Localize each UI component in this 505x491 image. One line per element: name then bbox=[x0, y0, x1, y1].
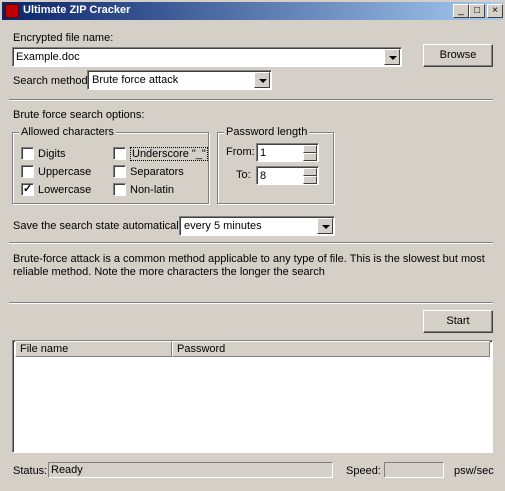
underscore-label: Underscore "_" bbox=[130, 147, 208, 161]
status-label: Status: bbox=[13, 465, 48, 477]
maximize-button[interactable]: □ bbox=[469, 4, 485, 18]
search-method-select[interactable]: Brute force attack bbox=[87, 70, 272, 90]
search-method-value: Brute force attack bbox=[92, 74, 179, 86]
spin-up-icon[interactable] bbox=[303, 145, 317, 153]
password-length-title: Password length bbox=[224, 126, 310, 138]
separators-label: Separators bbox=[130, 166, 184, 178]
to-value: 8 bbox=[260, 170, 267, 182]
spin-down-icon[interactable] bbox=[303, 176, 317, 184]
results-list[interactable]: File name Password bbox=[12, 340, 493, 453]
chevron-down-icon[interactable] bbox=[254, 72, 270, 88]
uppercase-checkbox[interactable] bbox=[21, 165, 34, 178]
status-field: Ready bbox=[48, 462, 333, 478]
digits-checkbox[interactable] bbox=[21, 147, 34, 160]
file-value: Example.doc bbox=[16, 51, 80, 63]
lowercase-checkbox[interactable]: ✓ bbox=[21, 183, 34, 196]
save-state-select[interactable]: every 5 minutes bbox=[179, 216, 335, 236]
file-combobox[interactable]: Example.doc bbox=[12, 47, 402, 67]
save-state-value: every 5 minutes bbox=[184, 220, 262, 232]
speed-unit: psw/sec bbox=[454, 465, 494, 477]
speed-label: Speed: bbox=[346, 465, 381, 477]
non-latin-checkbox[interactable] bbox=[113, 183, 126, 196]
to-label: To: bbox=[236, 169, 251, 181]
search-method-label: Search method: bbox=[13, 75, 91, 87]
title-bar[interactable]: Ultimate ZIP Cracker _ □ × bbox=[2, 2, 503, 20]
check-icon: ✓ bbox=[23, 183, 33, 195]
from-spinner[interactable]: 1 bbox=[256, 143, 319, 162]
start-button[interactable]: Start bbox=[423, 310, 493, 333]
column-header-file-name[interactable]: File name bbox=[15, 341, 172, 357]
allowed-characters-title: Allowed characters bbox=[19, 126, 116, 138]
status-value: Ready bbox=[51, 464, 83, 476]
method-description: Brute-force attack is a common method ap… bbox=[13, 253, 485, 278]
digits-label: Digits bbox=[38, 148, 66, 160]
main-window: Ultimate ZIP Cracker _ □ × Encrypted fil… bbox=[0, 0, 505, 491]
uppercase-label: Uppercase bbox=[38, 166, 92, 178]
speed-field bbox=[384, 462, 444, 478]
lowercase-label: Lowercase bbox=[38, 184, 92, 196]
chevron-down-icon[interactable] bbox=[317, 218, 333, 234]
close-button[interactable]: × bbox=[487, 4, 503, 18]
file-label: Encrypted file name: bbox=[13, 32, 114, 44]
separators-checkbox[interactable] bbox=[113, 165, 126, 178]
save-state-label: Save the search state automatically: bbox=[13, 220, 190, 232]
to-spinner[interactable]: 8 bbox=[256, 166, 319, 185]
app-icon bbox=[5, 4, 19, 18]
brute-options-heading: Brute force search options: bbox=[13, 109, 145, 121]
chevron-down-icon[interactable] bbox=[384, 49, 400, 65]
browse-button[interactable]: Browse bbox=[423, 44, 493, 67]
column-header-password[interactable]: Password bbox=[172, 341, 490, 357]
from-value: 1 bbox=[260, 147, 267, 159]
window-title: Ultimate ZIP Cracker bbox=[23, 4, 131, 16]
underscore-checkbox[interactable] bbox=[113, 147, 126, 160]
from-label: From: bbox=[226, 146, 255, 158]
divider bbox=[9, 302, 493, 304]
spin-down-icon[interactable] bbox=[303, 153, 317, 161]
divider bbox=[9, 99, 493, 101]
divider bbox=[9, 242, 493, 244]
spin-up-icon[interactable] bbox=[303, 168, 317, 176]
non-latin-label: Non-latin bbox=[130, 184, 175, 196]
minimize-button[interactable]: _ bbox=[453, 4, 469, 18]
